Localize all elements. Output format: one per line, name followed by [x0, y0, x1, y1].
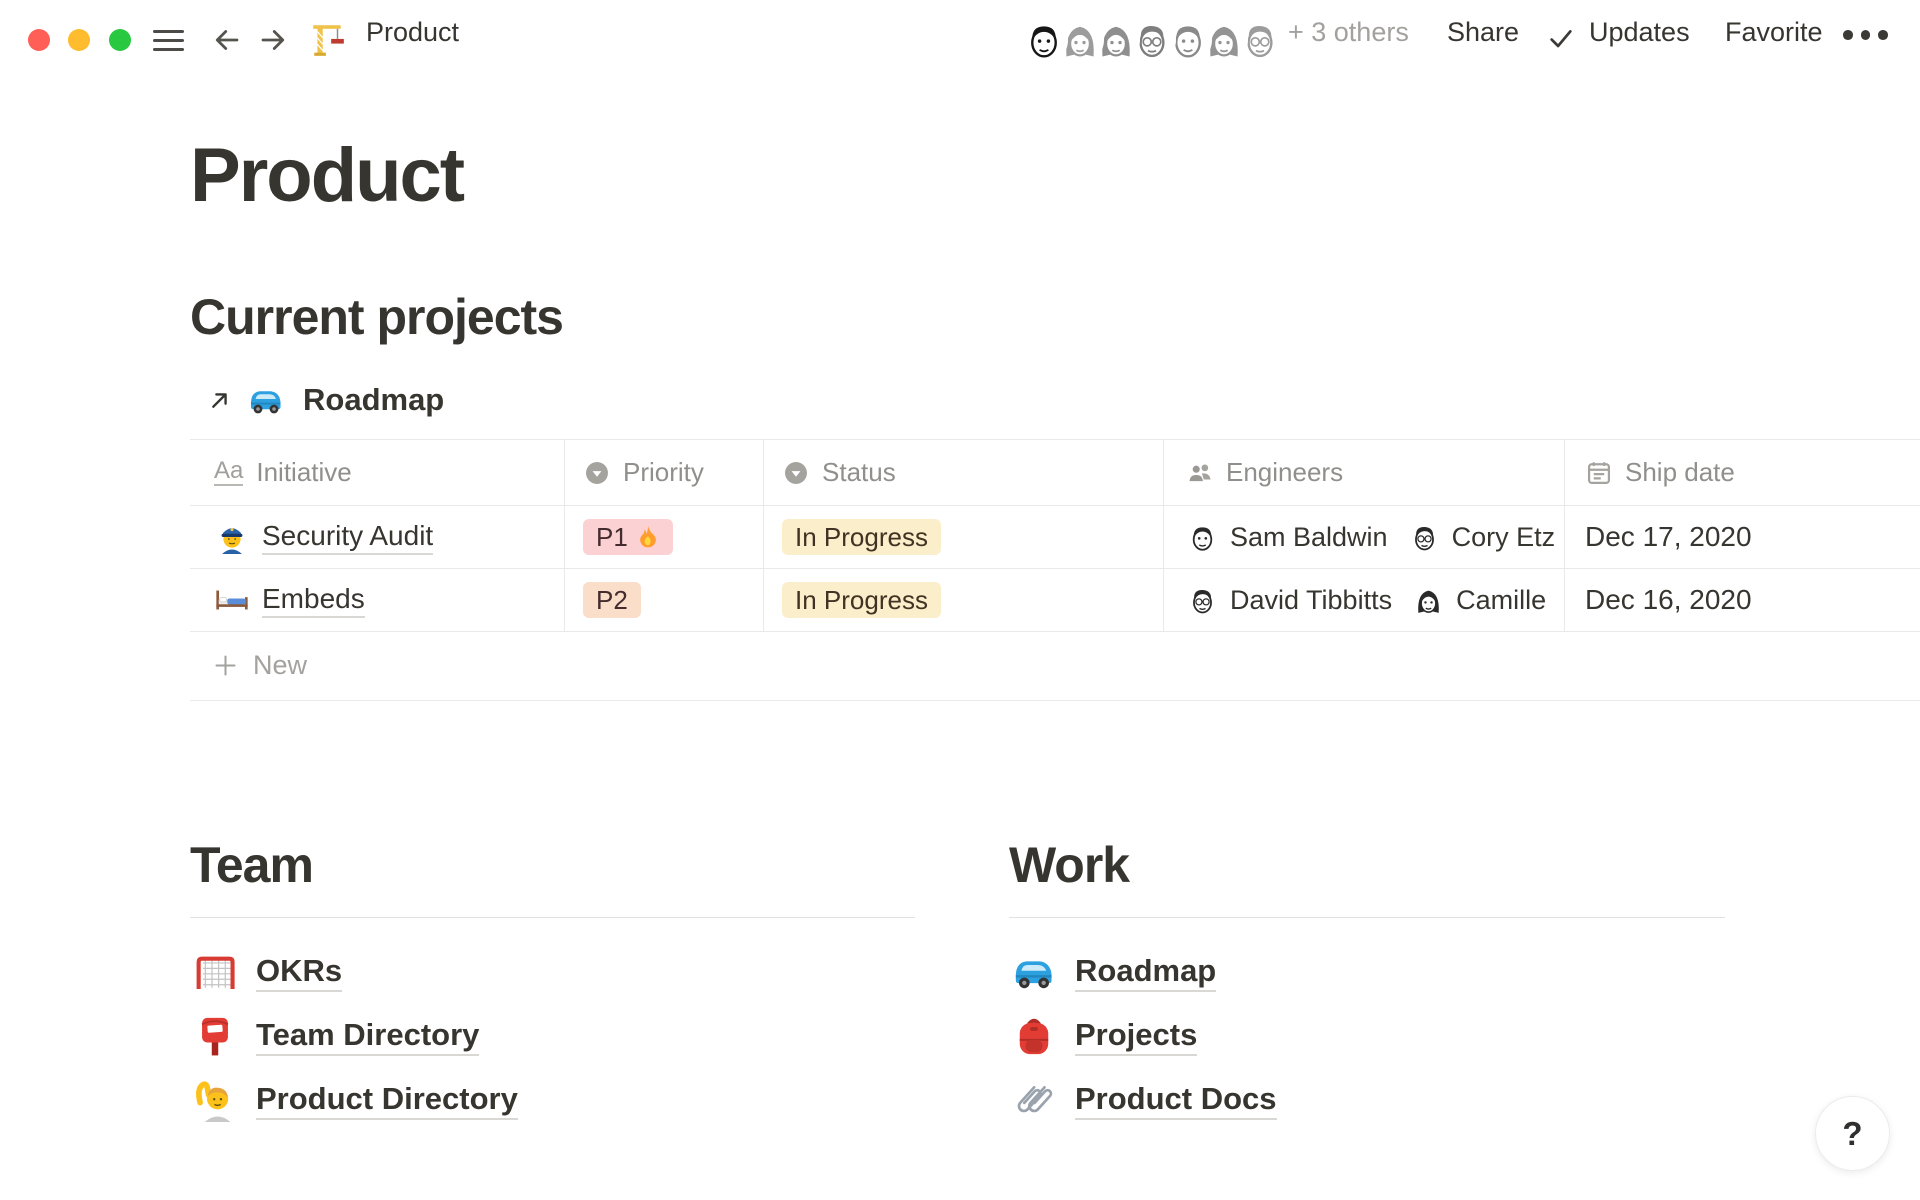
status-cell[interactable]: In Progress [764, 569, 1164, 631]
page-link-roadmap[interactable]: Roadmap [1011, 948, 1216, 996]
person-property-icon [1186, 459, 1214, 487]
engineer-name: Camille [1456, 585, 1546, 616]
breadcrumb[interactable]: Product [366, 0, 459, 64]
select-property-icon [782, 459, 810, 487]
window-close-button[interactable] [28, 29, 50, 51]
priority-tag: P2 [583, 582, 641, 618]
new-row-button[interactable]: New [190, 631, 1920, 701]
roadmap-table: Aa Initiative Priority Status Engineers … [190, 439, 1920, 632]
current-projects-heading: Current projects [190, 288, 563, 346]
page-link-projects[interactable]: Projects [1011, 1012, 1197, 1060]
ship-date-cell[interactable]: Dec 16, 2020 [1565, 569, 1920, 631]
page-link-okrs[interactable]: OKRs [192, 948, 342, 996]
avatar [1186, 584, 1219, 617]
avatar [1186, 521, 1219, 554]
share-button[interactable]: Share [1447, 0, 1519, 64]
ship-date-cell[interactable]: Dec 17, 2020 [1565, 506, 1920, 568]
construction-crane-icon [309, 21, 347, 59]
initiative-cell[interactable]: Embeds [190, 569, 565, 631]
bed-icon [214, 583, 250, 617]
goal-net-icon [192, 950, 238, 994]
column-header-priority[interactable]: Priority [565, 440, 764, 505]
priority-cell[interactable]: P2 [565, 569, 764, 631]
updates-button[interactable]: Updates [1589, 0, 1690, 64]
check-icon [1547, 25, 1575, 53]
forward-arrow-icon[interactable] [258, 25, 288, 55]
postbox-icon [192, 1014, 238, 1058]
priority-cell[interactable]: P1 [565, 506, 764, 568]
initiative-cell[interactable]: Security Audit [190, 506, 565, 568]
priority-tag: P1 [583, 519, 673, 555]
page-title: Product [190, 132, 463, 219]
work-heading: Work [1009, 836, 1129, 894]
select-property-icon [583, 459, 611, 487]
engineers-cell[interactable]: David Tibbitts Camille [1164, 569, 1565, 631]
divider [190, 917, 915, 918]
backpack-icon [1011, 1014, 1057, 1058]
paperclips-icon [1011, 1078, 1057, 1122]
initiative-page-link[interactable]: Embeds [262, 583, 365, 618]
avatar [1408, 521, 1441, 554]
engineer-name: Cory Etz [1452, 522, 1556, 553]
car-icon [1011, 950, 1057, 994]
team-heading: Team [190, 836, 313, 894]
more-options-icon[interactable] [1843, 30, 1888, 40]
engineer-name: Sam Baldwin [1230, 522, 1388, 553]
avatar [1412, 584, 1445, 617]
sidebar-menu-icon[interactable] [153, 30, 184, 52]
car-icon [247, 384, 285, 416]
status-tag: In Progress [782, 582, 941, 618]
table-row: Security Audit P1 In Progress Sam Baldwi… [190, 506, 1920, 569]
window-minimize-button[interactable] [68, 29, 90, 51]
database-title-label[interactable]: Roadmap [303, 382, 444, 418]
column-header-ship-date[interactable]: Ship date [1565, 440, 1920, 505]
window-zoom-button[interactable] [109, 29, 131, 51]
status-tag: In Progress [782, 519, 941, 555]
notion-window: Product + 3 others Share Updates Favorit… [0, 0, 1920, 1200]
top-bar: Product + 3 others Share Updates Favorit… [0, 0, 1920, 64]
status-cell[interactable]: In Progress [764, 506, 1164, 568]
help-button[interactable]: ? [1815, 1096, 1890, 1171]
initiative-page-link[interactable]: Security Audit [262, 520, 433, 555]
linked-database-title[interactable]: Roadmap [190, 378, 444, 422]
divider [1009, 917, 1725, 918]
engineer-name: David Tibbitts [1230, 585, 1392, 616]
page-link-product-directory[interactable]: Product Directory [192, 1076, 518, 1124]
avatar [1022, 18, 1066, 62]
fire-icon [636, 524, 660, 550]
column-header-status[interactable]: Status [764, 440, 1164, 505]
back-arrow-icon[interactable] [212, 25, 242, 55]
table-row: Embeds P2 In Progress David Tibbitts Cam… [190, 569, 1920, 632]
page-link-product-docs[interactable]: Product Docs [1011, 1076, 1277, 1124]
table-header-row: Aa Initiative Priority Status Engineers … [190, 440, 1920, 506]
plus-icon [212, 652, 239, 679]
person-raising-hand-icon [192, 1078, 238, 1122]
favorite-button[interactable]: Favorite [1725, 0, 1823, 64]
police-officer-icon [214, 520, 250, 554]
column-header-engineers[interactable]: Engineers [1164, 440, 1565, 505]
calendar-property-icon [1585, 459, 1613, 487]
collaborator-avatar-stack[interactable] [1022, 18, 1282, 62]
more-collaborators-label[interactable]: + 3 others [1288, 0, 1409, 64]
column-header-initiative[interactable]: Aa Initiative [190, 440, 565, 505]
engineers-cell[interactable]: Sam Baldwin Cory Etz [1164, 506, 1565, 568]
page-link-team-directory[interactable]: Team Directory [192, 1012, 479, 1060]
open-in-new-arrow-icon [206, 387, 233, 414]
title-property-icon: Aa [214, 459, 243, 486]
